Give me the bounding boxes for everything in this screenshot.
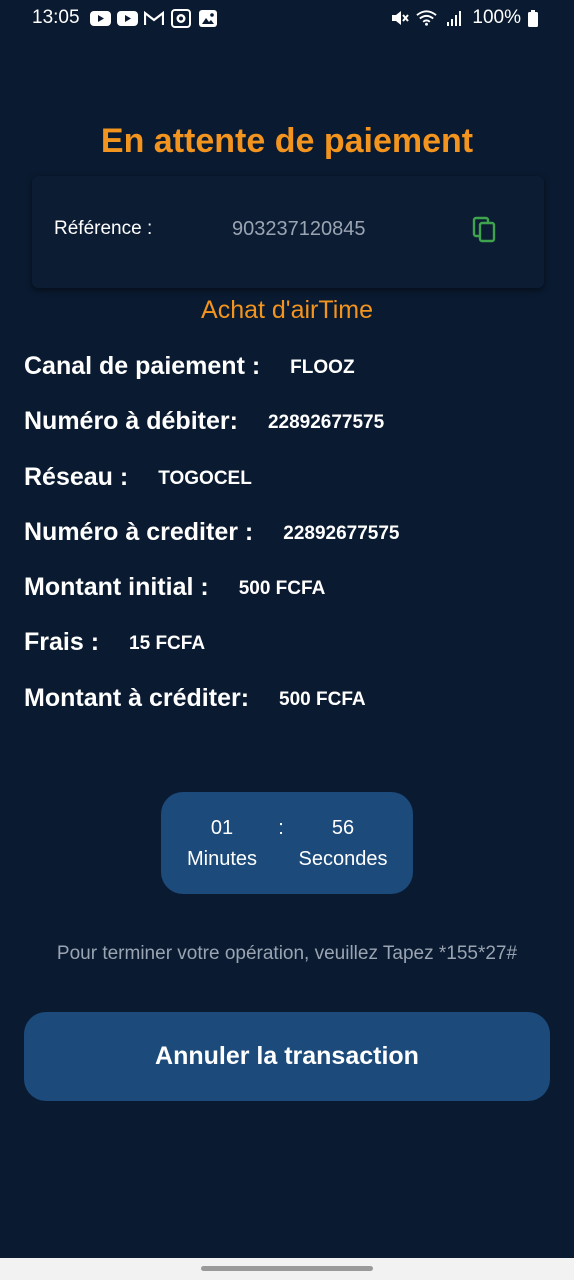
- battery-icon: [527, 9, 538, 27]
- detail-row-credit-amount: Montant à créditer: 500 FCFA: [24, 684, 554, 739]
- detail-row-initial-amount: Montant initial : 500 FCFA: [24, 573, 554, 628]
- timer-minutes-label: Minutes: [186, 848, 258, 870]
- details-list: Canal de paiement : FLOOZ Numéro à débit…: [24, 352, 554, 739]
- battery-percentage: 100%: [472, 7, 521, 28]
- status-bar-right: 100%: [389, 7, 538, 29]
- detail-row-payment-channel: Canal de paiement : FLOOZ: [24, 352, 554, 407]
- reference-label: Référence :: [54, 218, 153, 239]
- detail-value: 500 FCFA: [238, 578, 326, 600]
- detail-label: Réseau :: [24, 462, 129, 491]
- detail-label: Montant initial :: [24, 573, 209, 602]
- ussd-instruction: Pour terminer votre opération, veuillez …: [56, 943, 518, 964]
- status-bar-left: 13:05: [32, 7, 219, 29]
- detail-label: Canal de paiement :: [24, 352, 261, 380]
- countdown-timer: 01 : 56 Minutes Secondes: [161, 792, 413, 894]
- detail-row-credit-number: Numéro à crediter : 22892677575: [24, 518, 554, 573]
- page-title: En attente de paiement: [100, 122, 474, 160]
- timer-minutes: 01: [210, 817, 234, 839]
- detail-label: Numéro à débiter:: [24, 407, 238, 436]
- detail-label: Frais :: [24, 628, 100, 657]
- detail-value: 22892677575: [267, 412, 385, 434]
- timer-seconds: 56: [331, 817, 355, 839]
- detail-row-fees: Frais : 15 FCFA: [24, 628, 554, 683]
- detail-value: 15 FCFA: [129, 633, 206, 655]
- youtube-icon: [89, 10, 111, 26]
- camera-icon: [171, 8, 192, 28]
- detail-value: FLOOZ: [290, 357, 355, 378]
- copy-icon[interactable]: [472, 216, 498, 244]
- detail-row-debit-number: Numéro à débiter: 22892677575: [24, 407, 554, 462]
- wifi-icon: [416, 10, 438, 26]
- detail-value: 22892677575: [283, 522, 400, 544]
- timer-seconds-label: Secondes: [298, 848, 388, 870]
- detail-row-network: Réseau : TOGOCEL: [24, 463, 554, 518]
- home-gesture-handle[interactable]: [201, 1266, 373, 1271]
- gmail-icon: [144, 10, 165, 26]
- detail-value: TOGOCEL: [158, 467, 252, 489]
- status-time: 13:05: [32, 7, 80, 28]
- status-bar: 13:05 100%: [0, 0, 574, 36]
- reference-value: 903237120845: [232, 218, 366, 240]
- mute-icon: [389, 10, 410, 26]
- transaction-type: Achat d'airTime: [201, 296, 373, 324]
- cancel-transaction-button[interactable]: Annuler la transaction: [24, 1012, 550, 1101]
- detail-label: Montant à créditer:: [24, 683, 250, 712]
- reference-card: Référence : 903237120845: [32, 176, 544, 288]
- navigation-bar: [0, 1258, 574, 1280]
- youtube-icon: [116, 10, 138, 26]
- detail-label: Numéro à crediter :: [24, 517, 254, 546]
- detail-value: 500 FCFA: [279, 688, 366, 710]
- signal-icon: [443, 10, 464, 26]
- gallery-icon: [198, 9, 219, 27]
